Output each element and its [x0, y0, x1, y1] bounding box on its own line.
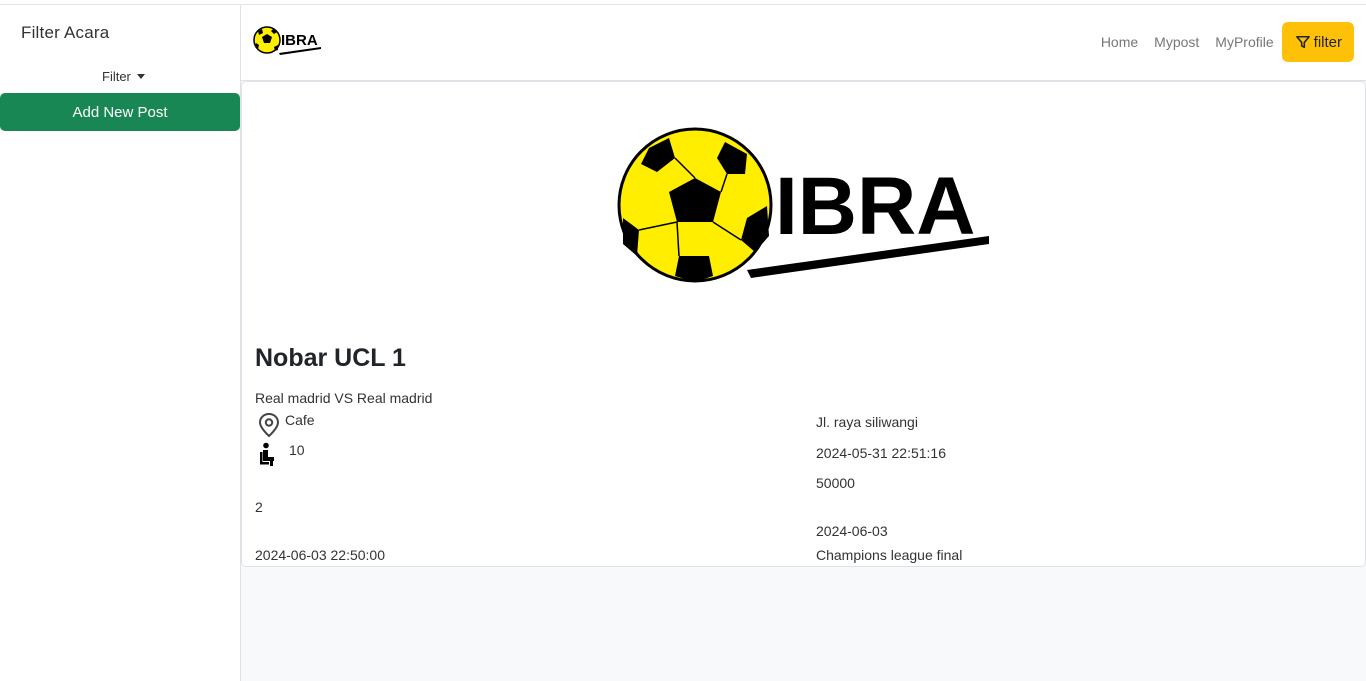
post-title: Nobar UCL 1: [255, 344, 406, 372]
nav-link-myprofile[interactable]: MyProfile: [1207, 34, 1281, 50]
created-at: 2024-05-31 22:51:16: [816, 445, 946, 461]
filter-dropdown[interactable]: Filter: [102, 69, 145, 84]
navbar: IBRA Home Mypost MyProfile filter: [241, 5, 1366, 81]
main-content: IBRA Home Mypost MyProfile filter IBRA N…: [241, 5, 1366, 681]
svg-text:IBRA: IBRA: [281, 32, 318, 49]
map-pin-icon: [255, 412, 283, 438]
svg-text:IBRA: IBRA: [775, 161, 975, 252]
event-datetime: 2024-06-03 22:50:00: [255, 547, 385, 563]
post-match: Real madrid VS Real madrid: [255, 390, 433, 406]
add-new-post-button[interactable]: Add New Post: [0, 93, 240, 131]
post-card: IBRA Nobar UCL 1 Real madrid VS Real mad…: [241, 81, 1366, 567]
funnel-icon: [1295, 35, 1310, 49]
ibra-hero-logo: IBRA: [617, 127, 989, 283]
ibra-logo-icon: IBRA: [253, 26, 321, 55]
filter-button[interactable]: filter: [1281, 22, 1354, 62]
caret-down-icon: [136, 74, 145, 79]
address: Jl. raya siliwangi: [816, 414, 918, 430]
post-image: IBRA: [617, 126, 997, 291]
nav-link-home[interactable]: Home: [1093, 34, 1146, 50]
nav-links: Home Mypost MyProfile filter: [1093, 22, 1354, 62]
location-row: Cafe: [255, 412, 315, 438]
filter-dropdown-label: Filter: [102, 69, 131, 84]
location-type: Cafe: [285, 412, 315, 428]
sidebar-title: Filter Acara: [21, 23, 110, 42]
seat-icon: [255, 442, 283, 468]
seats-count: 10: [289, 442, 305, 458]
filter-button-label: filter: [1313, 33, 1342, 51]
price: 50000: [816, 475, 855, 491]
nav-link-mypost[interactable]: Mypost: [1146, 34, 1207, 50]
navbar-logo[interactable]: IBRA: [253, 25, 323, 55]
value-2: 2: [255, 499, 263, 515]
description: Champions league final: [816, 547, 963, 563]
event-date: 2024-06-03: [816, 523, 888, 539]
sidebar: Filter Acara Filter Add New Post: [0, 5, 241, 681]
seats-row: 10: [255, 442, 305, 468]
